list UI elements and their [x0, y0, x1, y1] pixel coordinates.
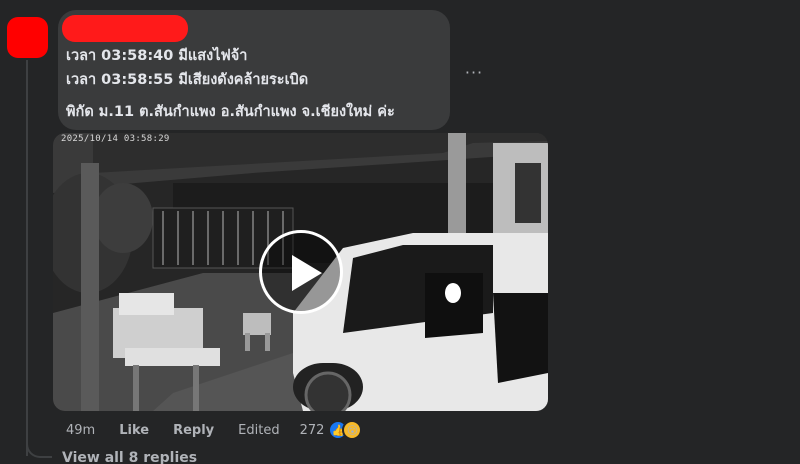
video-timestamp: 2025/10/14 03:58:29 — [61, 134, 170, 144]
wow-reaction-icon: 😮 — [342, 420, 363, 440]
play-icon — [292, 255, 322, 291]
comment-line-3: พิกัด ม.11 ต.สันกำแพง อ.สันกำแพง จ.เชียง… — [66, 104, 395, 120]
comment-line-2: เวลา 03:58:55 มีเสียงดังคล้ายระเบิด — [66, 72, 309, 88]
comment-actions: 49m Like Reply Edited 272 👍 😮 — [66, 420, 363, 440]
like-button[interactable]: Like — [119, 423, 149, 438]
play-button[interactable] — [259, 230, 343, 314]
video-attachment[interactable]: 2025/10/14 03:58:29 — [53, 133, 548, 411]
comment-line-1: เวลา 03:58:40 มีแสงไฟจ้า — [66, 48, 248, 64]
more-options-icon[interactable]: ··· — [462, 60, 486, 84]
reactions-summary[interactable]: 272 👍 😮 — [300, 420, 363, 440]
author-name-redacted[interactable] — [62, 15, 188, 42]
reaction-count: 272 — [299, 422, 325, 438]
reply-button[interactable]: Reply — [173, 423, 214, 438]
comment-time[interactable]: 49m — [66, 423, 95, 438]
thread-line — [26, 60, 28, 456]
edited-label[interactable]: Edited — [238, 423, 279, 438]
view-replies-link[interactable]: View all 8 replies — [62, 450, 197, 464]
avatar[interactable] — [7, 17, 48, 58]
thread-connector — [26, 440, 52, 458]
